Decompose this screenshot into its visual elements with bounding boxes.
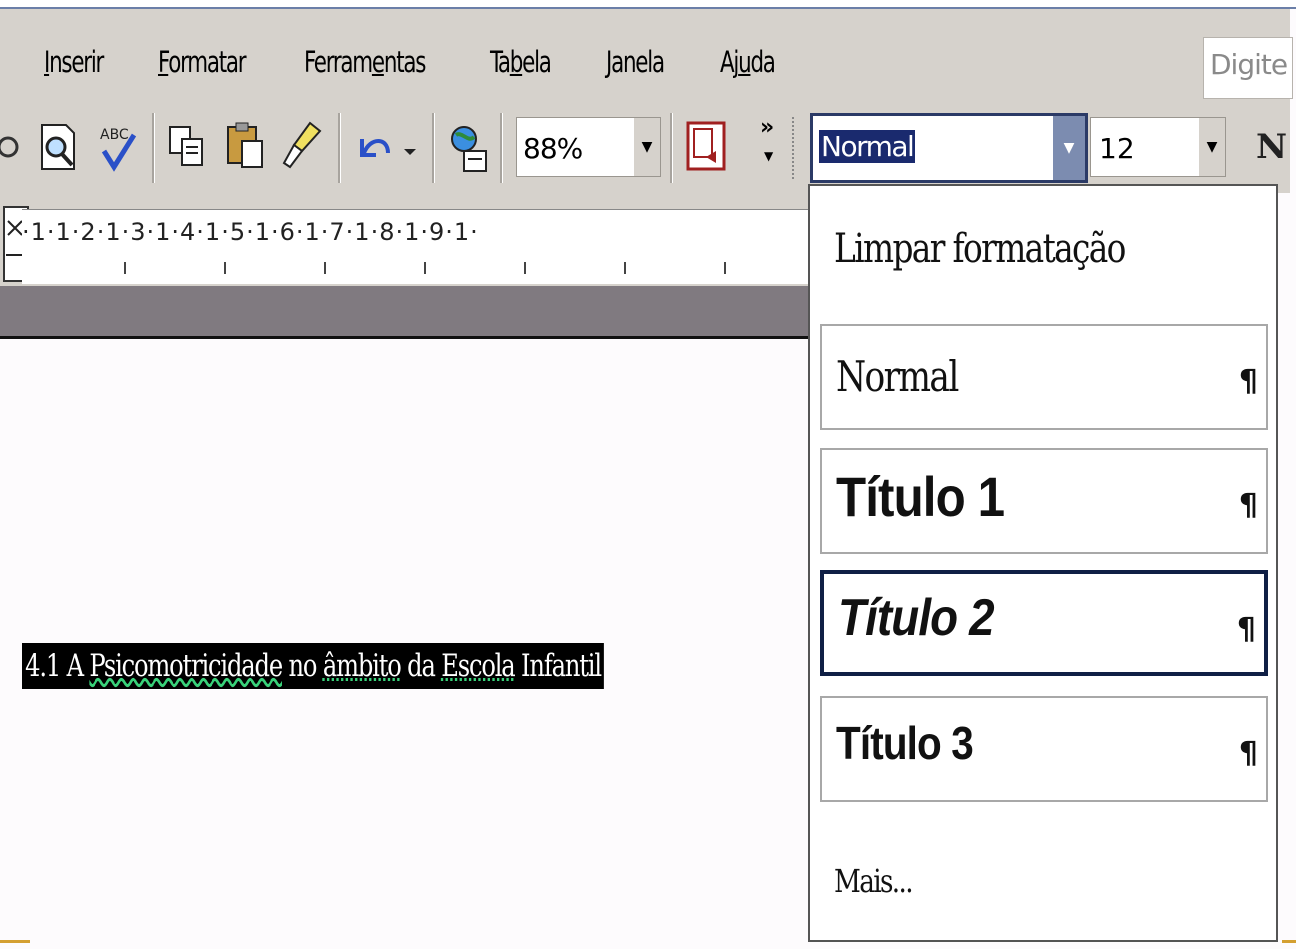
web-icon[interactable]	[446, 117, 490, 175]
spelling-icon[interactable]: ABC	[96, 117, 140, 175]
toolbar-separator	[338, 113, 341, 183]
ruler-scale: ·1·1·2·1·3·1·4·1·5·1·6·1·7·1·8·1·9·1·	[22, 218, 479, 246]
toolbar-separator	[670, 113, 673, 183]
copy-icon[interactable]	[166, 117, 210, 175]
heading-prefix: 4.1 A	[25, 648, 90, 684]
paragraph-mark-icon: ¶	[1238, 736, 1258, 771]
toolbar-grip[interactable]	[792, 117, 800, 179]
style-item-normal[interactable]: Normal ¶	[820, 324, 1268, 430]
heading-text: no	[281, 648, 323, 684]
undo-icon[interactable]	[352, 117, 422, 175]
style-item-titulo-3[interactable]: Título 3 ¶	[820, 696, 1268, 802]
ruler-tick	[224, 262, 226, 274]
paragraph-mark-icon: ¶	[1236, 612, 1256, 647]
paste-icon[interactable]	[224, 117, 268, 175]
formatting-toolbar: ABC 88% ▼ » ▼ Normal ▼ 12 ▼ N	[0, 105, 1290, 193]
font-size-dropdown-icon[interactable]: ▼	[1199, 118, 1225, 176]
style-dropdown-list: Limpar formatação Normal ¶ Título 1 ¶ Tí…	[808, 184, 1278, 942]
toolbar-separator	[500, 113, 503, 183]
menu-ajuda[interactable]: Ajuda	[720, 45, 776, 79]
horizontal-ruler[interactable]: ·1·1·2·1·3·1·4·1·5·1·6·1·7·1·8·1·9·1·	[22, 209, 810, 284]
bold-button[interactable]: N	[1256, 127, 1287, 167]
style-item-label: Título 1	[836, 465, 1005, 528]
clear-formatting-item[interactable]: Limpar formatação	[834, 226, 1126, 272]
help-search-input[interactable]: Digite u	[1203, 37, 1293, 99]
style-dropdown-icon[interactable]: ▼	[1053, 116, 1085, 180]
menu-tabela[interactable]: Tabela	[490, 45, 552, 79]
toolbar-options-icon[interactable]: ▼	[764, 149, 773, 163]
ruler-tick	[324, 262, 326, 274]
font-size-combo[interactable]: 12 ▼	[1090, 117, 1226, 177]
style-combo[interactable]: Normal ▼	[810, 113, 1088, 183]
slide-footer-line	[1282, 940, 1296, 943]
ruler-area: ·1·1·2·1·3·1·4·1·5·1·6·1·7·1·8·1·9·1·	[0, 193, 810, 286]
style-item-titulo-2[interactable]: Título 2 ¶	[820, 570, 1268, 676]
zoom-dropdown-icon[interactable]: ▼	[634, 118, 660, 176]
paragraph-mark-icon: ¶	[1238, 364, 1258, 399]
style-item-label: Normal	[836, 352, 959, 401]
ruler-tick	[724, 262, 726, 274]
more-styles-item[interactable]: Mais...	[834, 862, 914, 900]
menu-ferramentas[interactable]: Ferramentas	[304, 45, 426, 79]
page-gap	[0, 286, 810, 339]
heading-text: Infantil	[514, 648, 602, 684]
misspelled-word[interactable]: Psicomotricidade	[89, 648, 283, 684]
document-page[interactable]: 4.1 A Psicomotricidade no âmbito da Esco…	[0, 339, 810, 939]
toolbar-overflow-icon[interactable]: »	[760, 115, 774, 140]
menu-inserir[interactable]: Inserir	[44, 45, 104, 79]
grammar-word[interactable]: Escola	[441, 648, 515, 684]
menu-bar: Inserir Formatar Ferramentas Tabela Jane…	[0, 9, 1293, 105]
ruler-tick	[424, 262, 426, 274]
zoom-combo[interactable]: 88% ▼	[516, 117, 661, 177]
menu-janela[interactable]: Janela	[606, 45, 665, 79]
ruler-tick	[524, 262, 526, 274]
print-preview-icon[interactable]	[36, 117, 80, 175]
zoom-value: 88%	[523, 132, 583, 165]
style-item-titulo-1[interactable]: Título 1 ¶	[820, 448, 1268, 554]
grammar-word[interactable]: âmbito	[323, 648, 402, 684]
font-size-value: 12	[1099, 132, 1135, 165]
menu-formatar[interactable]: Formatar	[158, 45, 247, 79]
slide-footer-line	[0, 940, 30, 943]
selected-heading-text[interactable]: 4.1 A Psicomotricidade no âmbito da Esco…	[22, 643, 605, 689]
style-item-label: Título 3	[836, 717, 974, 769]
style-item-label: Título 2	[838, 589, 995, 647]
svg-text:ABC: ABC	[100, 127, 129, 143]
paragraph-mark-icon: ¶	[1238, 488, 1258, 523]
format-painter-icon[interactable]	[280, 117, 324, 175]
ruler-tick	[124, 262, 126, 274]
reading-layout-icon[interactable]	[684, 117, 728, 175]
window-top-border	[0, 0, 1296, 9]
toolbar-separator	[152, 113, 155, 183]
ruler-tick	[624, 262, 626, 274]
print-icon[interactable]	[0, 117, 28, 175]
style-value: Normal	[819, 130, 916, 163]
toolbar-separator	[432, 113, 435, 183]
heading-text: da	[400, 648, 442, 684]
